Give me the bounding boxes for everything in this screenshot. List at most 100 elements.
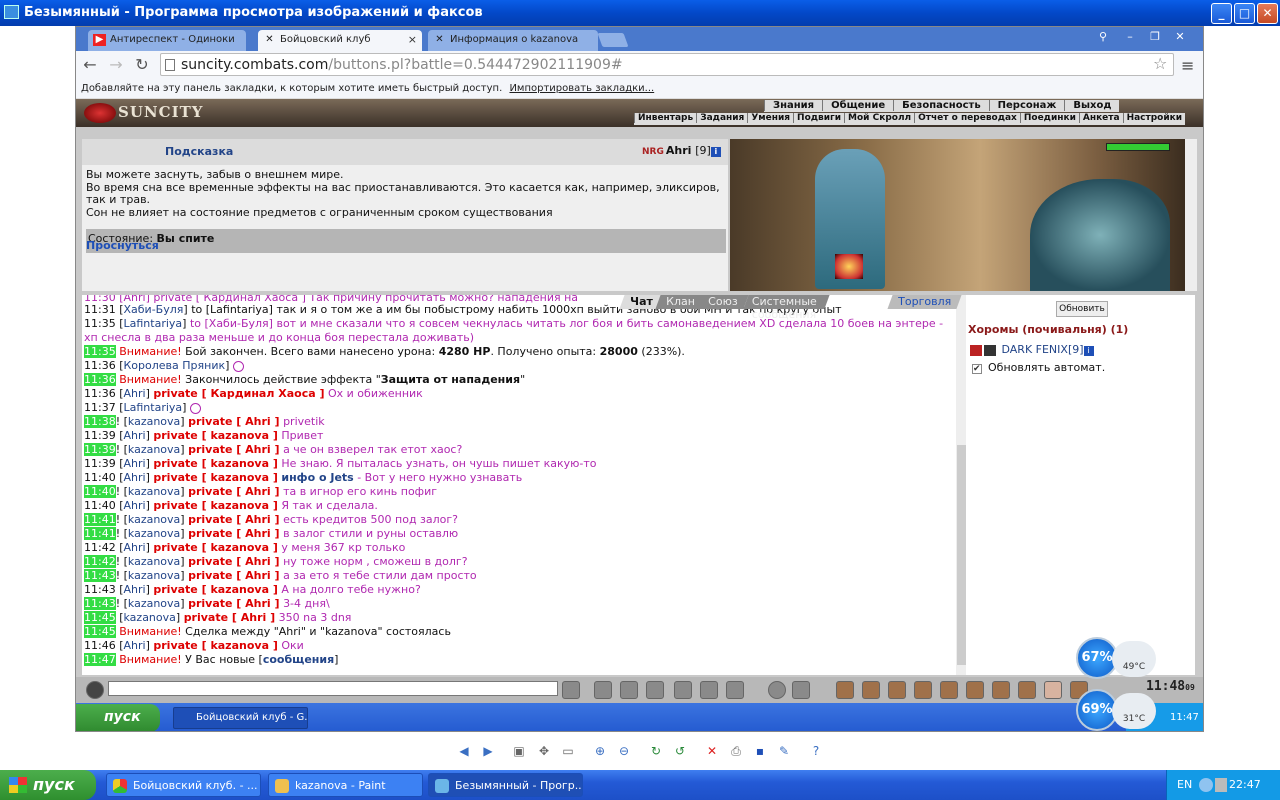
private-tag[interactable]: private [ Ahri ] xyxy=(188,485,279,498)
forward-arrow-icon[interactable]: → xyxy=(106,56,126,74)
chat-author[interactable]: Lafintariya xyxy=(124,317,183,330)
chat-author[interactable]: Lafintariya xyxy=(124,401,183,414)
bookmark-star-icon[interactable]: ☆ xyxy=(1153,54,1167,73)
url-field[interactable]: suncity.combats.com/buttons.pl?battle=0.… xyxy=(160,53,1174,76)
chat-author[interactable]: Ahri xyxy=(124,541,146,554)
skill-icon[interactable] xyxy=(862,681,880,699)
chat-author[interactable]: Ahri xyxy=(124,639,146,652)
private-tag[interactable]: private [ kazanova ] xyxy=(153,639,277,652)
wake-up-link[interactable]: Проснуться xyxy=(86,239,159,252)
menu-communication[interactable]: Общение xyxy=(822,100,893,111)
chat-author[interactable]: Ahri xyxy=(124,387,146,400)
private-tag[interactable]: private [ Ahri ] xyxy=(184,611,275,624)
taskbar-item-chrome[interactable]: Бойцовский клуб. - ... xyxy=(106,773,261,797)
chat-author[interactable]: kazanova xyxy=(128,555,180,568)
private-tag[interactable]: private [ Ahri ] xyxy=(188,443,279,456)
browser-menu-icon[interactable]: ≡ xyxy=(1181,56,1194,75)
skill-icon[interactable] xyxy=(914,681,932,699)
close-button[interactable]: ✕ xyxy=(1257,3,1278,24)
room-user[interactable]: DARK FENIX[9] i xyxy=(970,343,1094,356)
info-icon[interactable]: i xyxy=(710,147,721,157)
chat-author[interactable]: Королева Пряник xyxy=(124,359,226,372)
refresh-button[interactable]: Обновить xyxy=(1056,301,1108,317)
inner-start-button[interactable]: пуск xyxy=(76,704,160,731)
speed-icon[interactable] xyxy=(726,681,744,699)
current-user[interactable]: NRG Ahri [9] i xyxy=(642,144,721,157)
menu-knowledge[interactable]: Знания xyxy=(764,100,822,111)
private-tag[interactable]: private [ Ahri ] xyxy=(188,597,279,610)
tab-union[interactable]: Союз xyxy=(697,295,749,309)
private-tag[interactable]: private [ kazanova ] xyxy=(153,457,277,470)
profile-icon[interactable]: ⚲ xyxy=(1092,30,1114,45)
private-tag[interactable]: private [ Ahri ] xyxy=(188,555,279,568)
chat-author[interactable]: kazanova xyxy=(128,597,180,610)
tab-system-messages[interactable]: Системные сообщения xyxy=(743,295,830,321)
chat-author[interactable]: kazanova xyxy=(124,611,176,624)
menu-security[interactable]: Безопасность xyxy=(893,100,989,111)
taskbar-item-viewer[interactable]: Безымянный - Прогр... xyxy=(428,773,583,797)
submenu-transfers[interactable]: Отчет о переводах xyxy=(914,113,1020,123)
taskbar-item-paint[interactable]: kazanova - Paint xyxy=(268,773,423,797)
prev-icon[interactable]: ◀ xyxy=(455,742,473,760)
zoom-out-icon[interactable]: ⊖ xyxy=(615,742,633,760)
skill-icon[interactable] xyxy=(966,681,984,699)
menu-exit[interactable]: Выход xyxy=(1064,100,1119,111)
browser-restore-icon[interactable]: ❐ xyxy=(1144,30,1166,45)
filter-icon[interactable] xyxy=(620,681,638,699)
chat-author[interactable]: kazanova xyxy=(128,513,180,526)
private-tag[interactable]: private [ kazanova ] xyxy=(153,499,277,512)
maximize-button[interactable]: □ xyxy=(1234,3,1255,24)
close-tab-icon[interactable]: × xyxy=(408,33,417,46)
chat-author[interactable]: Ahri xyxy=(124,457,146,470)
tab-antirespect[interactable]: ▶ Антиреспект - Одиноки xyxy=(88,30,246,51)
chat-author[interactable]: Ahri xyxy=(124,583,146,596)
chat-author[interactable]: Ahri xyxy=(124,471,146,484)
edit-icon[interactable]: ✎ xyxy=(775,742,793,760)
chat-author[interactable]: kazanova xyxy=(128,443,180,456)
submenu-inventory[interactable]: Инвентарь xyxy=(634,113,696,123)
chat-author[interactable]: kazanova xyxy=(128,569,180,582)
chat-author[interactable]: Ahri xyxy=(124,429,146,442)
reload-icon[interactable]: ↻ xyxy=(132,56,152,74)
submenu-feats[interactable]: Подвиги xyxy=(793,113,844,123)
info-icon[interactable]: i xyxy=(1083,346,1094,356)
chat-author[interactable]: Ahri xyxy=(124,499,146,512)
chat-author[interactable]: kazanova xyxy=(128,527,180,540)
save-log-icon[interactable] xyxy=(646,681,664,699)
private-tag[interactable]: private [ kazanova ] xyxy=(153,541,277,554)
submenu-settings[interactable]: Настройки xyxy=(1122,113,1186,123)
save-icon[interactable]: ▪ xyxy=(751,742,769,760)
private-tag[interactable]: private [ kazanova ] xyxy=(153,429,277,442)
tab-trade[interactable]: Торговля xyxy=(887,295,962,309)
private-tag[interactable]: private [ Ahri ] xyxy=(188,527,279,540)
tab-combats-club[interactable]: ✕ Бойцовский клуб × xyxy=(258,30,422,51)
submenu-skills[interactable]: Умения xyxy=(747,113,793,123)
rotate-cw-icon[interactable]: ↻ xyxy=(647,742,665,760)
start-button[interactable]: пуск xyxy=(0,770,96,800)
inner-task-chrome[interactable]: Бойцовский клуб - G... xyxy=(173,707,308,729)
browser-minimize-icon[interactable]: – xyxy=(1119,30,1141,45)
slideshow-icon[interactable]: ▭ xyxy=(559,742,577,760)
actual-size-icon[interactable]: ✥ xyxy=(535,742,553,760)
chat-author[interactable]: Хаби-Буля xyxy=(124,303,184,316)
skill-icon[interactable] xyxy=(940,681,958,699)
send-icon[interactable] xyxy=(562,681,580,699)
network-icon[interactable] xyxy=(1215,778,1227,792)
smiley-icon[interactable] xyxy=(768,681,786,699)
delete-icon[interactable]: ✕ xyxy=(703,742,721,760)
clear-icon[interactable] xyxy=(594,681,612,699)
browser-close-icon[interactable]: ✕ xyxy=(1169,30,1191,45)
help-icon[interactable]: ? xyxy=(807,742,825,760)
menu-character[interactable]: Персонаж xyxy=(988,100,1065,111)
chat-author[interactable]: kazanova xyxy=(128,415,180,428)
translit-icon[interactable] xyxy=(700,681,718,699)
private-tag[interactable]: private [ Ahri ] xyxy=(188,569,279,582)
skill-icon[interactable] xyxy=(836,681,854,699)
skill-icon[interactable] xyxy=(1018,681,1036,699)
language-indicator[interactable]: EN xyxy=(1177,778,1192,791)
submenu-my-scroll[interactable]: Мой Скролл xyxy=(844,113,914,123)
rotate-ccw-icon[interactable]: ↺ xyxy=(671,742,689,760)
info-link[interactable]: инфо о Jets xyxy=(281,471,353,484)
skill-icon[interactable] xyxy=(888,681,906,699)
auto-refresh-checkbox[interactable]: ✔ Обновлять автомат. xyxy=(972,361,1105,374)
